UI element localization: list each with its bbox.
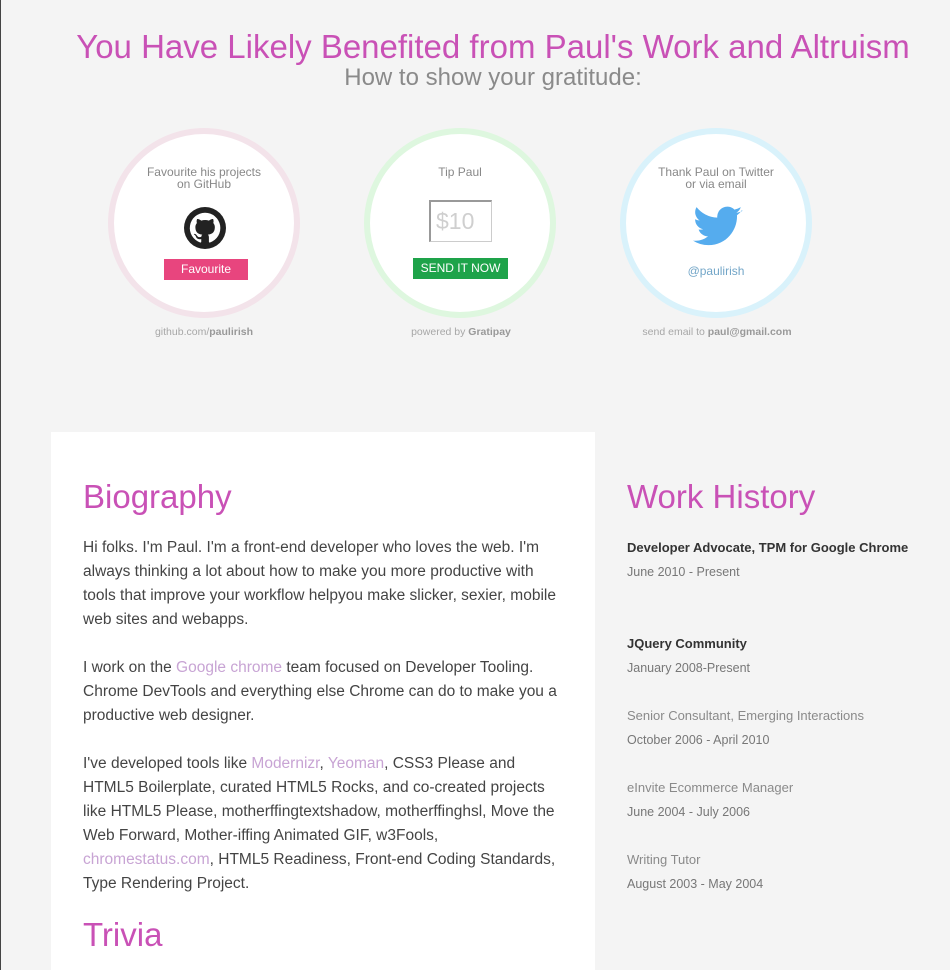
email-caption-address: paul@gmail.com <box>707 326 792 338</box>
job-dates: October 2006 - April 2010 <box>627 733 770 747</box>
work-history-item: Writing Tutor August 2003 - May 2004 <box>627 848 917 896</box>
job-dates: January 2008-Present <box>627 661 750 675</box>
github-icon[interactable] <box>184 207 226 249</box>
job-dates: June 2010 - Present <box>627 565 740 579</box>
work-history-heading: Work History <box>627 478 816 515</box>
tip-card: Tip Paul $10 SEND IT NOW <box>364 128 556 318</box>
gratipay-caption: powered by Gratipay <box>361 326 561 338</box>
tip-card-label: Tip Paul <box>438 165 482 179</box>
twitter-handle-link[interactable]: @paulirish <box>626 264 806 278</box>
job-dates: June 2004 - July 2006 <box>627 805 751 819</box>
gratipay-caption-name: Gratipay <box>468 326 511 338</box>
work-history-item: JQuery Community January 2008-Present <box>627 632 917 680</box>
biography-paragraph-1: Hi folks. I'm Paul. I'm a front-end deve… <box>83 539 556 628</box>
job-dates: August 2003 - May 2004 <box>627 877 764 891</box>
modernizr-link[interactable]: Modernizr <box>251 755 319 772</box>
google-chrome-link[interactable]: Google chrome <box>176 659 282 676</box>
github-card-label: Favourite his projects on GitHub <box>146 165 262 191</box>
github-caption-prefix: github.com/ <box>154 326 210 338</box>
chromestatus-link[interactable]: chromestatus.com <box>83 851 210 868</box>
biography-card: Biography Hi folks. I'm Paul. I'm a fron… <box>51 432 595 970</box>
page-title: You Have Likely Benefited from Paul's Wo… <box>76 28 910 65</box>
send-it-now-button[interactable]: SEND IT NOW <box>413 258 508 279</box>
bio-p2-text-before: I work on the <box>83 659 177 676</box>
bio-p3-text-before: I've developed tools like <box>83 755 252 772</box>
twitter-card-label: Thank Paul on Twitter or via email <box>658 165 774 191</box>
work-history-item: Senior Consultant, Emerging Interactions… <box>627 704 917 752</box>
biography-heading: Biography <box>83 478 232 515</box>
twitter-icon[interactable] <box>693 206 743 248</box>
email-caption[interactable]: send email to paul@gmail.com <box>617 326 817 338</box>
bio-p3-separator: , <box>319 755 328 772</box>
github-caption[interactable]: github.com/paulirish <box>104 326 304 338</box>
job-role: JQuery Community <box>627 636 747 651</box>
trivia-heading: Trivia <box>83 916 163 953</box>
github-caption-username: paulirish <box>209 326 254 338</box>
biography-paragraph-2: I work on the Google chrome team focused… <box>83 656 563 728</box>
yeoman-link[interactable]: Yeoman <box>328 755 384 772</box>
job-role: eInvite Ecommerce Manager <box>627 780 794 795</box>
favourite-button[interactable]: Favourite <box>164 259 248 280</box>
job-role: Writing Tutor <box>627 852 701 867</box>
twitter-card: Thank Paul on Twitter or via email @paul… <box>620 128 812 318</box>
job-role: Senior Consultant, Emerging Interactions <box>627 708 865 723</box>
email-caption-prefix: send email to <box>642 326 708 338</box>
page-subtitle: How to show your gratitude: <box>344 64 642 91</box>
github-card: Favourite his projects on GitHub Favouri… <box>108 128 300 318</box>
gratipay-caption-prefix: powered by <box>411 326 469 338</box>
biography-paragraph-3: I've developed tools like Modernizr, Yeo… <box>83 752 563 896</box>
tip-amount-input[interactable]: $10 <box>429 200 492 242</box>
job-role: Developer Advocate, TPM for Google Chrom… <box>627 540 909 555</box>
work-history-item: eInvite Ecommerce Manager June 2004 - Ju… <box>627 776 917 824</box>
work-history-item: Developer Advocate, TPM for Google Chrom… <box>627 536 917 584</box>
